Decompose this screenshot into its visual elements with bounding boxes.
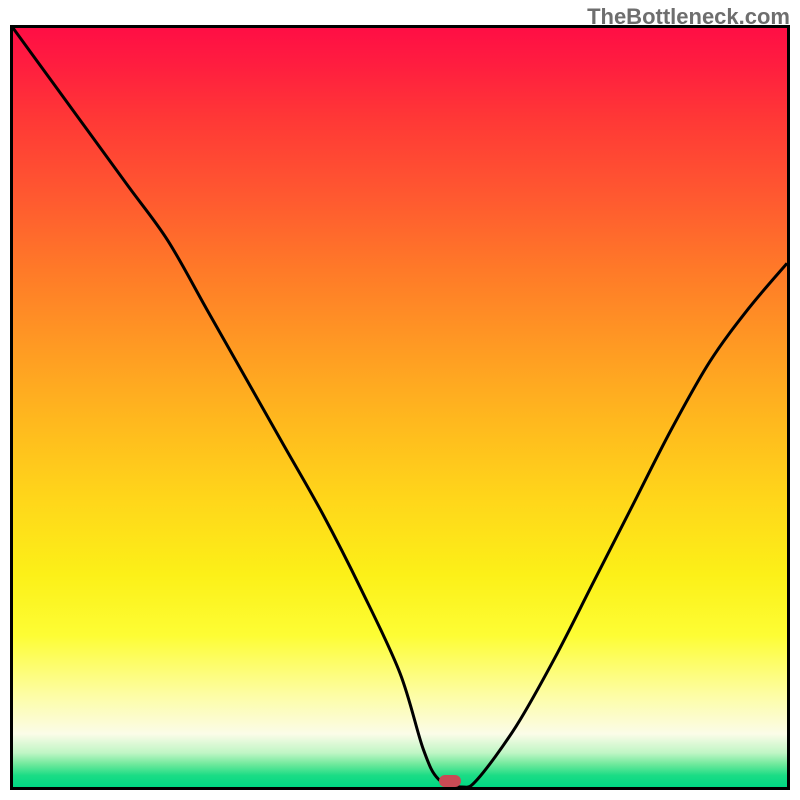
watermark-label: TheBottleneck.com: [587, 4, 790, 30]
plot-area: [10, 25, 790, 790]
bottleneck-curve: [13, 28, 787, 787]
curve-path: [13, 28, 787, 787]
optimum-marker: [439, 775, 461, 787]
